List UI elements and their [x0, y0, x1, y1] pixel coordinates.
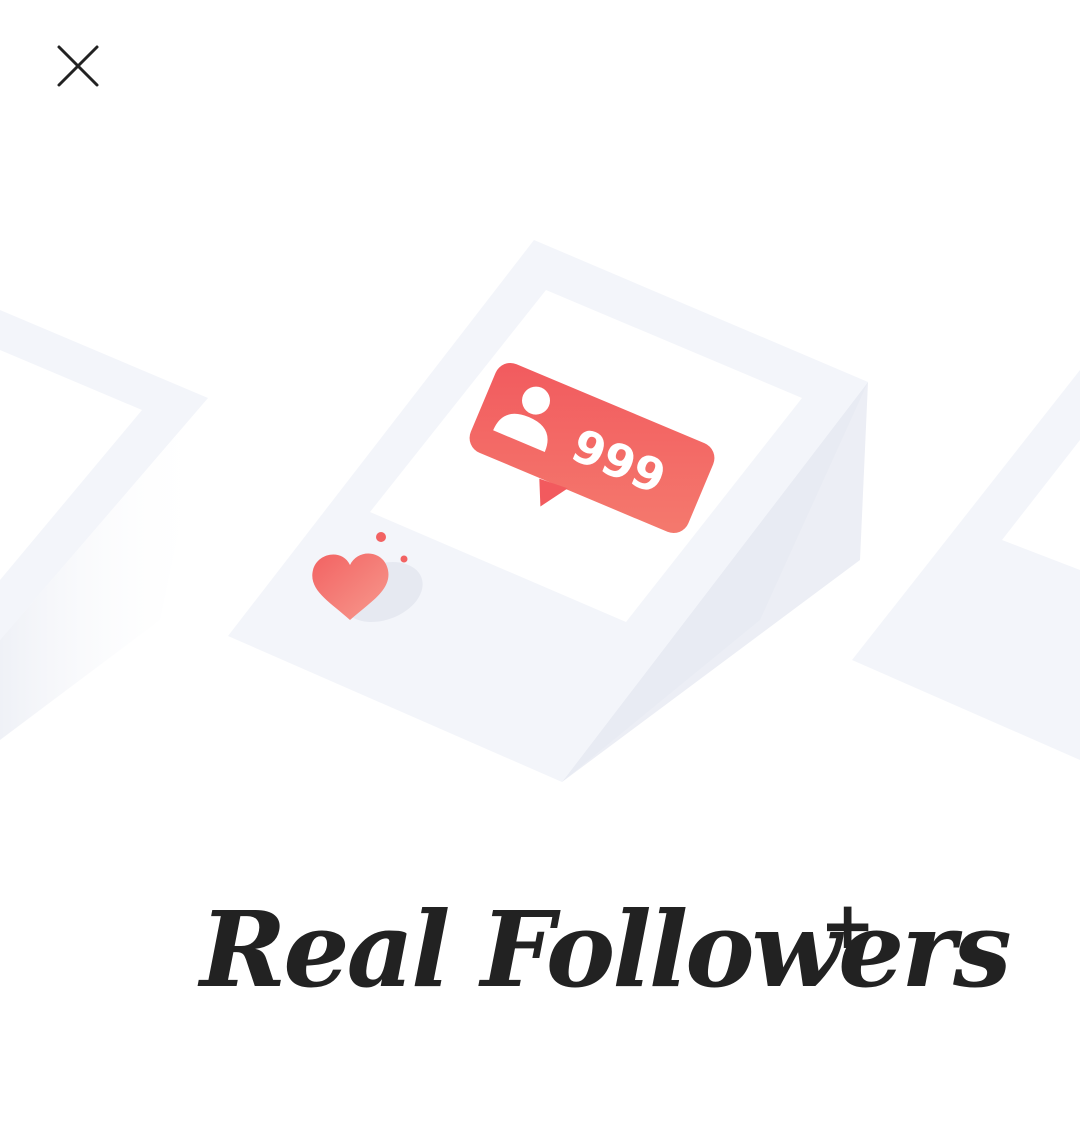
title-plus-sign: + — [820, 887, 876, 964]
promo-title: Real Followers + — [0, 880, 1080, 1020]
title-text: Real Followers — [200, 888, 1012, 1011]
followers-illustration: 999 — [0, 240, 1080, 782]
right-photo-frame — [852, 370, 1080, 760]
left-photo-frame — [0, 310, 208, 740]
center-photo-frame — [228, 240, 868, 782]
